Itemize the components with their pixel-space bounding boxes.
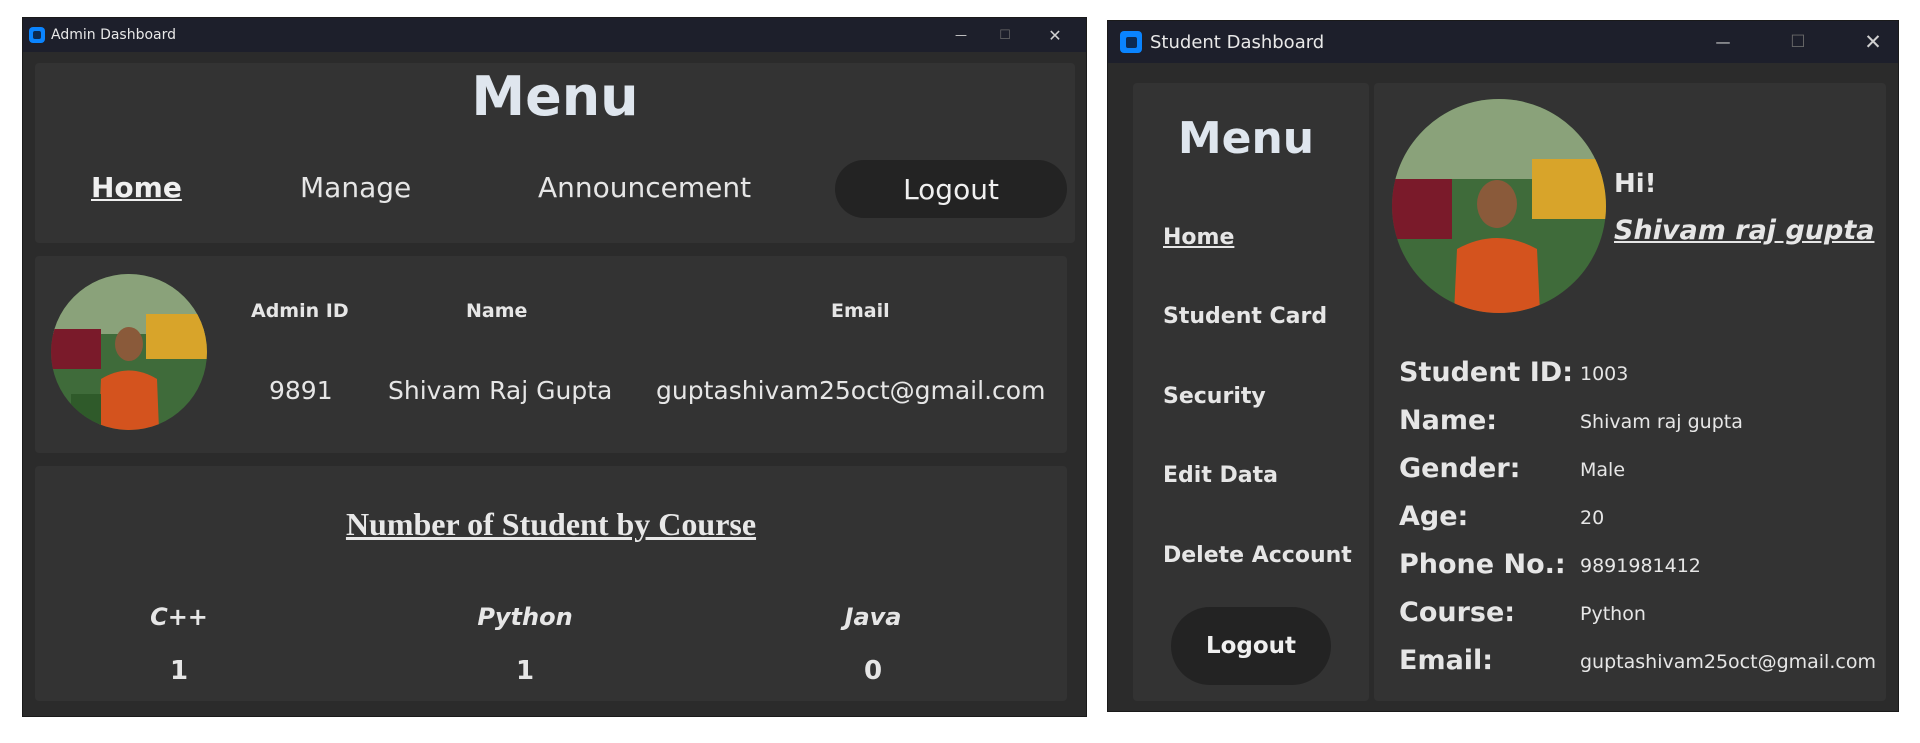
minimize-icon[interactable]: — (941, 18, 981, 52)
age-value: 20 (1580, 507, 1605, 529)
phone-value: 9891981412 (1580, 555, 1701, 577)
student-main-panel: Hi! Shivam raj gupta Student ID: 1003 Na… (1374, 83, 1886, 701)
menu-title: Menu (471, 65, 639, 128)
course-name-python: Python (477, 603, 573, 631)
name-value: Shivam Raj Gupta (388, 376, 613, 405)
course-title: Number of Student by Course (345, 506, 757, 542)
name-value: Shivam raj gupta (1580, 411, 1743, 433)
window-title: Admin Dashboard (51, 27, 177, 43)
email-value: guptashivam25oct@gmail.com (1580, 651, 1876, 673)
phone-label: Phone No.: (1399, 549, 1566, 580)
admin-id-value: 9891 (269, 376, 333, 405)
email-label: Email: (1399, 645, 1494, 676)
gender-label: Gender: (1399, 453, 1521, 484)
student-dashboard-window: Student Dashboard — ☐ ✕ Menu Home Studen… (1107, 20, 1899, 712)
course-name-java: Java (844, 603, 902, 631)
course-panel: Number of Student by Course C++ 1 Python… (35, 466, 1067, 701)
course-value: Python (1580, 603, 1646, 625)
course-name-cpp: C++ (150, 603, 208, 631)
gender-value: Male (1580, 459, 1626, 481)
age-label: Age: (1399, 501, 1469, 532)
sidebar-item-delete-account[interactable]: Delete Account (1163, 543, 1352, 568)
app-icon (1120, 31, 1142, 53)
user-name-link[interactable]: Shivam raj gupta (1614, 215, 1874, 246)
sidebar-item-student-card[interactable]: Student Card (1163, 304, 1327, 329)
student-id-label: Student ID: (1399, 357, 1573, 388)
course-label: Course: (1399, 597, 1516, 628)
nav-announcement[interactable]: Announcement (538, 171, 751, 204)
logout-button[interactable]: Logout (1171, 607, 1331, 685)
header-admin-id: Admin ID (251, 300, 349, 322)
greeting: Hi! (1614, 169, 1657, 199)
minimize-icon[interactable]: — (1698, 21, 1748, 63)
avatar-photo (1392, 99, 1606, 313)
app-icon (29, 27, 45, 43)
avatar (51, 274, 207, 430)
close-icon[interactable]: ✕ (1035, 18, 1075, 52)
window-title: Student Dashboard (1150, 31, 1325, 53)
sidebar-item-edit-data[interactable]: Edit Data (1163, 463, 1278, 488)
avatar-photo (51, 274, 207, 430)
admin-profile-panel: Admin ID Name Email 9891 Shivam Raj Gupt… (35, 256, 1067, 453)
header-name: Name (466, 300, 528, 322)
course-count-cpp: 1 (169, 656, 189, 686)
sidebar-item-home[interactable]: Home (1163, 225, 1234, 250)
email-value: guptashivam25oct@gmail.com (656, 376, 1046, 405)
menu-title: Menu (1177, 113, 1315, 164)
close-icon[interactable]: ✕ (1848, 21, 1898, 63)
header-email: Email (831, 300, 890, 322)
admin-menu-panel: Menu Home Manage Announcement Logout (35, 63, 1075, 243)
course-count-python: 1 (515, 656, 535, 686)
admin-dashboard-window: Admin Dashboard — ☐ ✕ Menu Home Manage A… (22, 17, 1087, 717)
student-titlebar: Student Dashboard — ☐ ✕ (1108, 21, 1898, 63)
avatar (1392, 99, 1606, 313)
name-label: Name: (1399, 405, 1498, 436)
sidebar-item-security[interactable]: Security (1163, 384, 1266, 409)
nav-home[interactable]: Home (91, 171, 182, 204)
student-id-value: 1003 (1580, 363, 1629, 385)
maximize-icon[interactable]: ☐ (985, 18, 1025, 52)
admin-titlebar: Admin Dashboard — ☐ ✕ (23, 18, 1086, 52)
maximize-icon[interactable]: ☐ (1773, 21, 1823, 63)
course-count-java: 0 (863, 656, 883, 686)
logout-button[interactable]: Logout (835, 160, 1067, 218)
nav-manage[interactable]: Manage (300, 171, 411, 204)
student-sidebar: Menu Home Student Card Security Edit Dat… (1133, 83, 1369, 701)
